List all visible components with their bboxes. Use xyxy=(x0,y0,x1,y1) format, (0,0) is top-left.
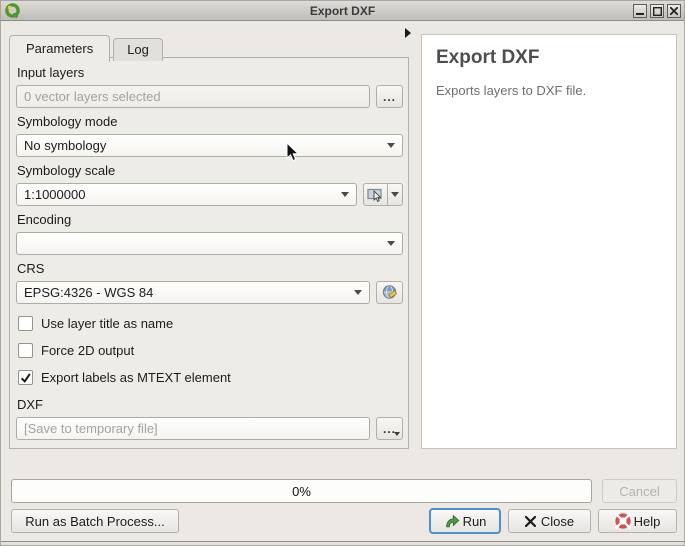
select-crs-button[interactable] xyxy=(376,281,403,304)
close-window-button[interactable] xyxy=(667,4,681,18)
tab-parameters[interactable]: Parameters xyxy=(9,35,110,62)
window-bottom-strip xyxy=(1,542,684,546)
chevron-down-icon xyxy=(391,192,399,197)
chevron-down-icon xyxy=(354,290,362,295)
maximize-icon xyxy=(653,7,662,16)
checkbox-label: Force 2D output xyxy=(41,343,134,358)
run-arrow-icon xyxy=(444,514,460,528)
chevron-down-icon xyxy=(387,241,395,246)
symbology-mode-select[interactable]: No symbology xyxy=(16,134,403,157)
run-label: Run xyxy=(463,514,487,529)
export-dxf-dialog: Export DXF Parameters Log Input layers 0… xyxy=(0,0,685,546)
dxf-browse-button[interactable]: ... xyxy=(376,417,403,440)
minimize-button[interactable] xyxy=(633,4,647,18)
close-button[interactable]: Close xyxy=(508,509,591,533)
checkbox-force-2d[interactable] xyxy=(18,343,33,358)
minimize-icon xyxy=(636,7,644,15)
cancel-button[interactable]: Cancel xyxy=(602,479,677,503)
checkbox-label: Export labels as MTEXT element xyxy=(41,370,231,385)
progress-bar: 0% xyxy=(11,479,592,503)
crs-value: EPSG:4326 - WGS 84 xyxy=(24,285,153,300)
checkbox-label: Use layer title as name xyxy=(41,316,173,331)
batch-label: Run as Batch Process... xyxy=(25,514,164,529)
title-bar[interactable]: Export DXF xyxy=(1,1,684,21)
crs-label: CRS xyxy=(17,261,403,276)
map-extent-cursor-icon xyxy=(367,187,384,202)
symbology-mode-label: Symbology mode xyxy=(17,114,403,129)
help-panel-title: Export DXF xyxy=(436,47,662,69)
encoding-select[interactable] xyxy=(16,232,403,255)
input-layers-value: 0 vector layers selected xyxy=(24,89,161,104)
checkmark-icon xyxy=(20,372,31,383)
symbology-scale-label: Symbology scale xyxy=(17,163,403,178)
progress-value: 0% xyxy=(292,484,311,499)
parameters-panel: Input layers 0 vector layers selected ..… xyxy=(9,57,409,449)
mouse-cursor xyxy=(286,142,299,162)
checkbox-row-layer-title[interactable]: Use layer title as name xyxy=(18,316,403,331)
dxf-label: DXF xyxy=(17,397,403,412)
symbology-mode-value: No symbology xyxy=(24,138,106,153)
run-button[interactable]: Run xyxy=(429,508,501,534)
close-icon xyxy=(670,7,678,15)
input-layers-label: Input layers xyxy=(17,65,403,80)
checkbox-export-mtext[interactable] xyxy=(18,370,33,385)
crs-select[interactable]: EPSG:4326 - WGS 84 xyxy=(16,281,370,304)
close-label: Close xyxy=(541,514,574,529)
window-title: Export DXF xyxy=(1,4,684,18)
input-layers-browse-button[interactable]: ... xyxy=(376,85,403,108)
maximize-button[interactable] xyxy=(650,4,664,18)
help-lifebuoy-icon xyxy=(615,513,631,529)
checkbox-use-layer-title[interactable] xyxy=(18,316,33,331)
symbology-scale-value: 1:1000000 xyxy=(24,187,85,202)
close-x-icon xyxy=(525,516,536,527)
help-label: Help xyxy=(634,514,661,529)
checkbox-row-force-2d[interactable]: Force 2D output xyxy=(18,343,403,358)
tab-log[interactable]: Log xyxy=(113,38,163,61)
run-as-batch-button[interactable]: Run as Batch Process... xyxy=(11,509,179,533)
ellipsis-icon: ... xyxy=(383,90,396,104)
cancel-label: Cancel xyxy=(619,484,659,499)
help-panel: Export DXF Exports layers to DXF file. xyxy=(421,34,677,449)
chevron-down-icon xyxy=(341,192,349,197)
dxf-output-placeholder: [Save to temporary file] xyxy=(24,421,158,436)
chevron-down-icon xyxy=(387,143,395,148)
tab-bar: Parameters Log xyxy=(9,34,166,61)
encoding-label: Encoding xyxy=(17,212,403,227)
checkbox-row-mtext[interactable]: Export labels as MTEXT element xyxy=(18,370,403,385)
help-button[interactable]: Help xyxy=(598,509,677,533)
symbology-scale-combo[interactable]: 1:1000000 xyxy=(16,183,357,206)
scale-from-canvas-button[interactable] xyxy=(363,183,388,206)
help-panel-description: Exports layers to DXF file. xyxy=(436,83,662,98)
panel-collapse-arrow-icon[interactable] xyxy=(404,28,412,38)
dxf-output-field[interactable]: [Save to temporary file] xyxy=(16,417,370,440)
scale-options-dropdown-button[interactable] xyxy=(388,183,403,206)
globe-edit-icon xyxy=(381,284,399,302)
input-layers-field[interactable]: 0 vector layers selected xyxy=(16,85,370,108)
chevron-down-icon xyxy=(394,432,400,436)
